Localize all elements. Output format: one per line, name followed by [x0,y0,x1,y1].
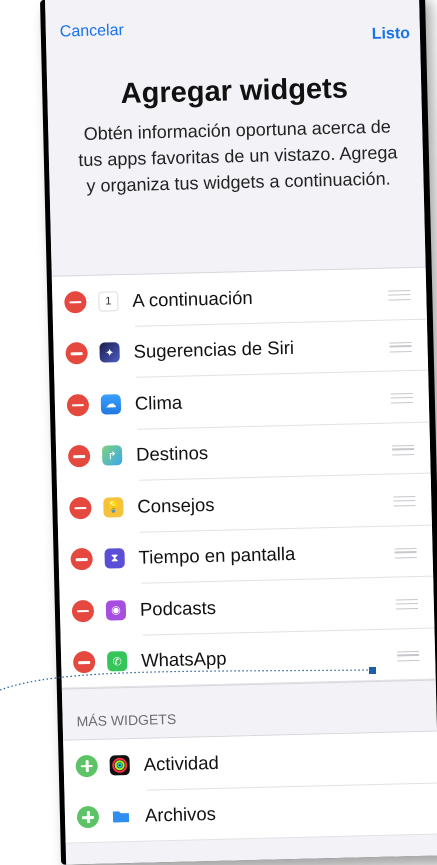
widget-row-whatsapp: ✆ WhatsApp [61,628,436,689]
widget-row-siri: ✦ Sugerencias de Siri [53,319,428,380]
reorder-handle-icon[interactable] [397,650,420,661]
widget-row-podcasts: ◉ Podcasts [59,577,434,638]
maps-icon: ↱ [101,445,123,466]
widget-row-actividad: Actividad [63,732,437,793]
widget-row-clima: ☁ Clima [54,371,429,432]
remove-widget-button[interactable] [72,651,96,674]
remove-widget-button[interactable] [70,548,93,571]
cancel-button[interactable]: Cancelar [60,22,124,42]
add-widget-button[interactable] [76,806,100,829]
reorder-handle-icon[interactable] [390,393,413,404]
widget-row-consejos: 💡 Consejos [57,474,432,535]
remove-widget-button[interactable] [69,496,92,520]
tips-icon: 💡 [103,496,124,518]
add-widget-button[interactable] [75,754,98,778]
activity-icon [109,754,130,776]
done-button[interactable]: Listo [372,25,411,44]
page-title: Agregar widgets [120,72,349,111]
reorder-handle-icon[interactable] [388,290,411,301]
section-header-label: MÁS WIDGETS [76,710,177,730]
widget-label: Podcasts [139,596,217,620]
remove-widget-button[interactable] [64,290,87,314]
reorder-handle-icon[interactable] [391,444,415,456]
widget-label: Tiempo en pantalla [138,543,296,569]
whatsapp-icon: ✆ [106,651,128,672]
screen-time-icon: ⧗ [104,548,125,569]
reorder-handle-icon[interactable] [394,547,417,558]
reorder-handle-icon[interactable] [395,598,418,610]
header: Cancelar Listo Agregar widgets Obtén inf… [44,0,426,270]
remove-widget-button[interactable] [67,445,91,468]
weather-icon: ☁ [100,393,122,415]
widget-label: Consejos [137,493,215,517]
remove-widget-button[interactable] [71,599,95,623]
more-widgets-header: MÁS WIDGETS [61,679,437,740]
remove-widget-button[interactable] [66,393,90,417]
widget-row-archivos: Archivos [64,783,437,844]
widget-row-destinos: ↱ Destinos [56,422,431,483]
calendar-icon: 1 [98,290,119,312]
files-icon [111,806,131,826]
active-widgets-list: 1 A continuación ✦ Sugerencias de Siri ☁… [51,266,436,689]
widgets-screen: Cancelar Listo Agregar widgets Obtén inf… [44,0,437,865]
reorder-handle-icon[interactable] [393,495,416,507]
phone-screen: Cancelar Listo Agregar widgets Obtén inf… [40,0,437,865]
remove-widget-button[interactable] [65,342,88,365]
widget-label: A continuación [132,286,253,311]
siri-icon: ✦ [99,342,120,363]
widget-label: WhatsApp [140,647,227,671]
widget-label: Destinos [135,442,209,466]
widget-label: Clima [134,391,183,414]
widget-label: Sugerencias de Siri [133,337,295,363]
podcasts-icon: ◉ [105,599,127,621]
widget-row-tiempo-en-pantalla: ⧗ Tiempo en pantalla [58,525,433,586]
widget-label: Actividad [143,751,220,775]
reorder-handle-icon[interactable] [389,341,412,353]
widget-label: Archivos [144,803,217,826]
widget-row-a-continuacion: 1 A continuación [52,268,427,329]
more-widgets-list: Actividad Archivos [63,730,437,844]
page-subtitle: Obtén información oportuna acerca de tus… [78,116,398,196]
